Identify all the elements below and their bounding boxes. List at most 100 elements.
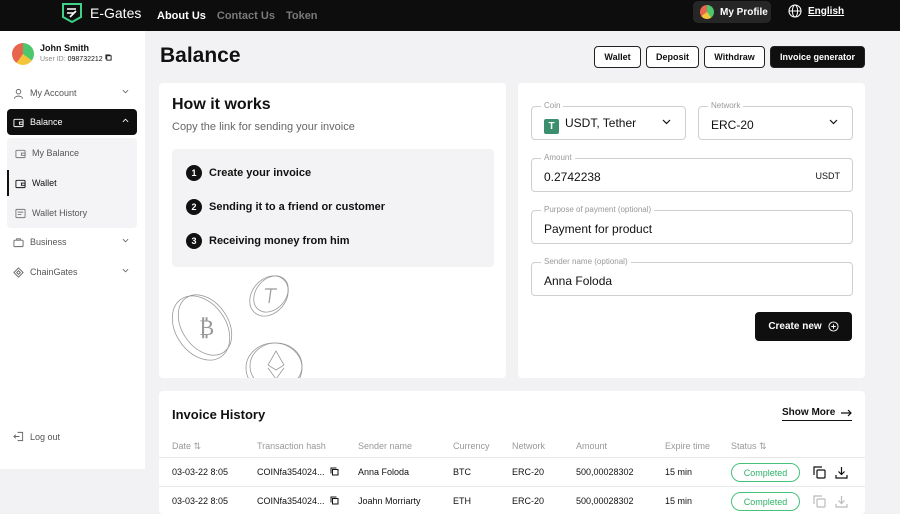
sidebar-item-label: Wallet History (32, 208, 88, 218)
sidebar-item-chaingates[interactable]: ChainGates (7, 259, 137, 285)
column-header-expire: Expire time (665, 441, 711, 451)
nav-about-us[interactable]: About Us (157, 10, 206, 22)
how-it-works-card: How it works Copy the link for sending y… (159, 83, 506, 378)
sidebar: John Smith User ID: 098732212 My Account… (0, 31, 145, 469)
step-text: Create your invoice (209, 167, 312, 179)
step-item: 3 Receiving money from him (186, 233, 350, 249)
sidebar-item-label: My Account (30, 88, 77, 98)
cell-network: ERC-20 (512, 496, 545, 506)
history-icon (15, 208, 26, 218)
language-switcher[interactable]: English (788, 4, 844, 18)
cell-hash: COINfa354024... (257, 467, 339, 477)
column-header-hash: Transaction hash (257, 441, 326, 451)
show-more-link[interactable]: Show More (782, 407, 853, 421)
coin-label: Coin (541, 101, 564, 110)
step-item: 1 Create your invoice (186, 165, 311, 181)
nav-token[interactable]: Token (286, 10, 318, 22)
copy-icon[interactable] (105, 54, 112, 61)
purpose-input[interactable]: Purpose of payment (optional) Payment fo… (531, 205, 853, 244)
column-header-sender: Sender name (358, 441, 413, 451)
bitcoin-symbol-icon: ₿ (199, 316, 214, 341)
cell-amount: 500,00028302 (576, 496, 634, 506)
plus-circle-icon (828, 321, 839, 332)
step-text: Sending it to a friend or customer (209, 201, 386, 213)
main-nav: About Us Contact Us Token (157, 0, 318, 31)
copy-icon[interactable] (330, 496, 339, 505)
coins-illustration: ₿ (171, 275, 303, 378)
wallet-icon (13, 118, 24, 127)
cell-sender: Anna Foloda (358, 467, 410, 477)
network-select[interactable]: Network ERC-20 (698, 101, 853, 140)
copy-icon[interactable] (813, 495, 826, 508)
withdraw-button[interactable]: Withdraw (704, 46, 765, 68)
download-icon[interactable] (835, 466, 848, 479)
sender-name-label: Sender name (optional) (541, 257, 631, 266)
arrow-right-icon (841, 409, 853, 416)
wallet-icon (15, 179, 26, 188)
deposit-button[interactable]: Deposit (646, 46, 699, 68)
sidebar-item-wallet[interactable]: Wallet (7, 170, 137, 196)
diamond-icon (13, 266, 24, 278)
column-header-amount: Amount (576, 441, 608, 451)
column-header-date[interactable]: Date ⇅ (172, 441, 201, 452)
chevron-down-icon (122, 89, 129, 94)
chevron-down-icon (829, 119, 838, 125)
copy-icon[interactable] (330, 467, 339, 476)
language-label: English (808, 5, 845, 17)
amount-input[interactable]: Amount 0.2742238 USDT (531, 153, 853, 192)
my-profile-label: My Profile (720, 6, 768, 18)
nav-contact-us[interactable]: Contact Us (217, 10, 275, 22)
network-value: ERC-20 (711, 118, 754, 132)
purpose-label: Purpose of payment (optional) (541, 205, 655, 214)
amount-unit: USDT (815, 171, 841, 181)
cell-currency: BTC (453, 467, 471, 477)
network-label: Network (708, 101, 744, 110)
sidebar-item-my-account[interactable]: My Account (7, 80, 137, 106)
logout-button[interactable]: Log out (13, 431, 60, 442)
chevron-down-icon (122, 268, 129, 273)
column-header-network: Network (512, 441, 546, 451)
briefcase-icon (13, 237, 24, 247)
table-row: 03-03-22 8:05 COINfa354024... Anna Folod… (159, 457, 865, 486)
sort-icon: ⇅ (759, 441, 767, 451)
sidebar-item-my-balance[interactable]: My Balance (7, 140, 137, 166)
chevron-down-icon (662, 119, 671, 125)
create-new-label: Create new (768, 321, 822, 332)
amount-value: 0.2742238 (544, 170, 601, 184)
step-number: 1 (186, 165, 202, 181)
brand-logo-icon (62, 3, 82, 23)
column-header-status[interactable]: Status ⇅ (731, 441, 767, 452)
invoice-generator-button[interactable]: Invoice generator (770, 46, 865, 68)
sort-icon: ⇅ (193, 441, 202, 451)
status-badge: Completed (731, 492, 800, 511)
cell-expire: 15 min (665, 467, 693, 477)
cell-sender: Joahn Morriarty (358, 496, 421, 506)
sidebar-item-wallet-history[interactable]: Wallet History (7, 200, 137, 226)
coin-select[interactable]: Coin T USDT, Tether (531, 101, 686, 140)
how-it-works-title: How it works (172, 96, 271, 113)
sender-name-input[interactable]: Sender name (optional) Anna Foloda (531, 257, 853, 296)
sidebar-item-balance[interactable]: Balance (7, 109, 137, 135)
sidebar-item-label: Balance (30, 117, 63, 127)
coin-value: T USDT, Tether (544, 116, 636, 134)
copy-icon[interactable] (813, 466, 826, 479)
top-bar: E-Gates About Us Contact Us Token My Pro… (0, 0, 900, 31)
sidebar-item-label: Business (30, 237, 67, 247)
user-icon (13, 88, 24, 99)
steps-list: 1 Create your invoice 2 Sending it to a … (172, 149, 494, 267)
brand-name: E-Gates (90, 5, 142, 21)
amount-label: Amount (541, 153, 575, 162)
sidebar-item-business[interactable]: Business (7, 229, 137, 255)
logout-icon (13, 431, 24, 442)
my-profile-button[interactable]: My Profile (693, 1, 771, 23)
logout-label: Log out (30, 431, 61, 442)
chevron-down-icon (122, 238, 129, 243)
download-icon[interactable] (835, 495, 848, 508)
create-new-button[interactable]: Create new (755, 312, 852, 341)
invoice-history-card: Invoice History Show More Date ⇅ Transac… (159, 391, 865, 514)
wallet-button[interactable]: Wallet (594, 46, 641, 68)
user-id: User ID: 098732212 (40, 54, 112, 65)
brand-logo[interactable]: E-Gates (62, 3, 141, 23)
page-title: Balance (160, 44, 241, 67)
sidebar-item-label: ChainGates (30, 267, 78, 277)
